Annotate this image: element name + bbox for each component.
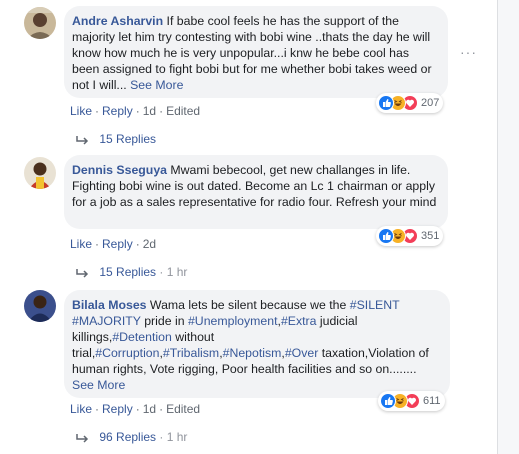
hashtag-link[interactable]: #Extra <box>281 314 317 328</box>
replies-toggle[interactable]: 96 Replies · 1 hr <box>76 430 187 444</box>
reply-arrow-icon <box>76 265 93 279</box>
like-button[interactable]: Like <box>70 402 92 416</box>
reaction-summary[interactable]: 351 <box>376 226 444 246</box>
hashtag-link[interactable]: #Nepotism <box>223 346 282 360</box>
see-more-link[interactable]: See More <box>130 78 183 92</box>
reaction-count: 207 <box>421 97 440 109</box>
reaction-summary[interactable]: 207 <box>376 93 444 113</box>
comment-author[interactable]: Dennis Sseguya <box>72 163 167 177</box>
hashtag-link[interactable]: #SILENT <box>350 298 400 312</box>
like-reaction-icon <box>378 95 394 111</box>
avatar[interactable] <box>24 157 56 189</box>
comment-text: Wama lets be silent because we the <box>149 298 350 312</box>
replies-timestamp: 1 hr <box>166 265 188 279</box>
comment-timestamp[interactable]: 1d <box>143 104 156 118</box>
like-reaction-icon <box>378 228 394 244</box>
like-button[interactable]: Like <box>70 237 92 251</box>
avatar[interactable] <box>24 290 56 322</box>
edited-label[interactable]: Edited <box>166 402 200 416</box>
scrollbar-track[interactable] <box>497 0 519 454</box>
comments-panel: Andre Asharvin If babe cool feels he has… <box>0 0 519 454</box>
more-options-icon[interactable]: ··· <box>460 44 477 60</box>
comment-text: pride in <box>140 314 188 328</box>
comment-actions: Like · Reply · 1d · Edited <box>70 402 201 416</box>
like-reaction-icon <box>380 393 396 409</box>
comment-timestamp[interactable]: 2d <box>143 237 156 251</box>
replies-timestamp: 1 hr <box>166 430 188 444</box>
hashtag-link[interactable]: #Detention <box>112 330 171 344</box>
comment-bubble: Bilala Moses Wama lets be silent because… <box>64 290 450 398</box>
comment-bubble: Andre Asharvin If babe cool feels he has… <box>64 6 448 98</box>
reply-button[interactable]: Reply <box>102 237 133 251</box>
hashtag-link[interactable]: #Over <box>285 346 319 360</box>
comment-bubble: Dennis Sseguya Mwami bebecool, get new c… <box>64 155 448 229</box>
reaction-count: 351 <box>421 230 440 242</box>
reply-button[interactable]: Reply <box>102 104 133 118</box>
replies-toggle[interactable]: 15 Replies <box>76 132 156 146</box>
replies-link[interactable]: 15 Replies <box>99 132 156 146</box>
reply-button[interactable]: Reply <box>102 402 133 416</box>
comment-actions: Like · Reply · 1d · Edited <box>70 104 201 118</box>
comment-author[interactable]: Andre Asharvin <box>72 14 163 28</box>
hashtag-link[interactable]: #MAJORITY <box>72 314 141 328</box>
comment-timestamp[interactable]: 1d <box>143 402 156 416</box>
reply-arrow-icon <box>76 132 93 146</box>
hashtag-link[interactable]: #Tribalism <box>163 346 219 360</box>
reaction-summary[interactable]: 611 <box>378 391 445 411</box>
replies-toggle[interactable]: 15 Replies · 1 hr <box>76 265 187 279</box>
comment-actions: Like · Reply · 2d <box>70 237 157 251</box>
replies-link[interactable]: 96 Replies <box>99 430 156 444</box>
reply-arrow-icon <box>76 430 93 444</box>
comment-author[interactable]: Bilala Moses <box>72 298 147 312</box>
edited-label[interactable]: Edited <box>166 104 200 118</box>
see-more-link[interactable]: See More <box>72 378 125 392</box>
avatar[interactable] <box>24 7 56 39</box>
hashtag-link[interactable]: #Corruption <box>95 346 159 360</box>
replies-link[interactable]: 15 Replies <box>99 265 156 279</box>
reaction-count: 611 <box>423 395 441 407</box>
hashtag-link[interactable]: #Unemployment <box>188 314 278 328</box>
like-button[interactable]: Like <box>70 104 92 118</box>
